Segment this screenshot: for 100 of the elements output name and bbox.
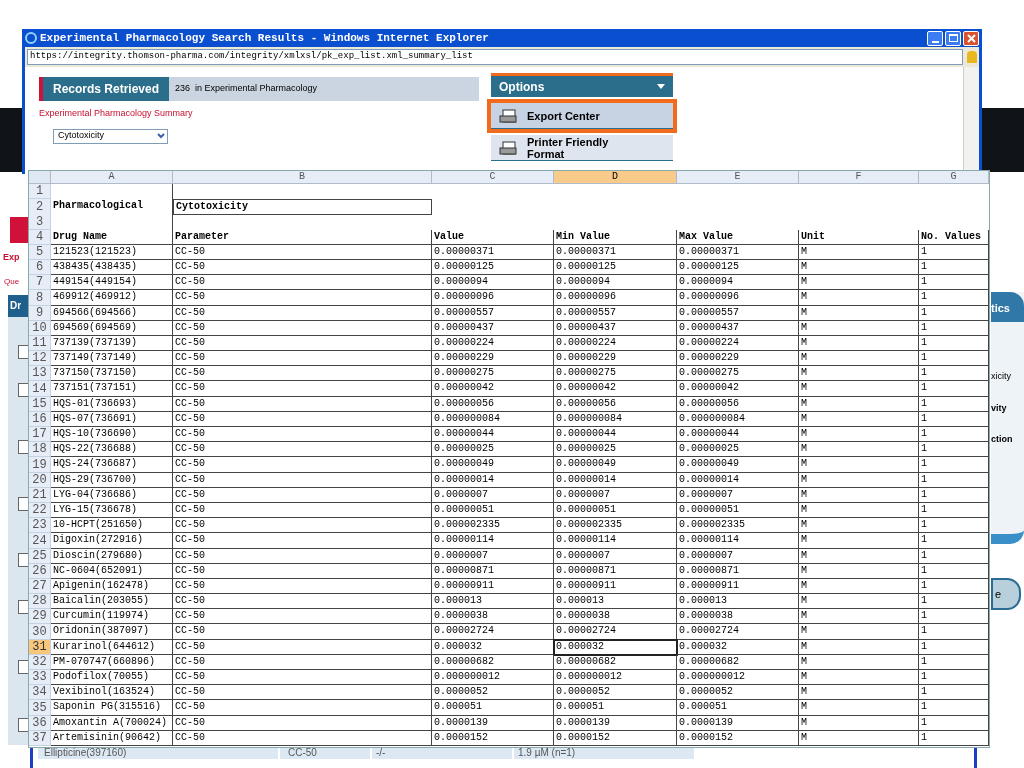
table-cell: 0.000032 — [677, 639, 799, 655]
table-cell: 694566(694566) — [51, 305, 173, 321]
table-cell: CC-50 — [173, 670, 432, 686]
row-number[interactable]: 2 — [29, 199, 51, 216]
table-cell: 0.000000084 — [432, 411, 554, 427]
table-cell: 0.00000557 — [554, 305, 677, 321]
table-cell: 0.00000682 — [554, 654, 677, 670]
row-number[interactable]: 33 — [29, 670, 51, 686]
table-cell: CC-50 — [173, 335, 432, 352]
table-cell: 737151(737151) — [51, 381, 173, 397]
column-letter[interactable]: D — [554, 171, 677, 184]
table-cell: 0.00000682 — [432, 654, 554, 670]
table-cell: 1 — [919, 290, 989, 306]
row-number[interactable]: 8 — [29, 290, 51, 306]
row-number[interactable]: 13 — [29, 366, 51, 382]
table-cell: M — [799, 639, 919, 655]
table-cell: 1 — [919, 730, 989, 746]
table-cell: HQS-07(736691) — [51, 411, 173, 427]
table-cell: M — [799, 305, 919, 321]
row-number[interactable]: 24 — [29, 533, 51, 549]
table-cell: 1 — [919, 670, 989, 686]
row-number[interactable]: 23 — [29, 518, 51, 534]
table-cell: HQS-22(736688) — [51, 442, 173, 458]
table-cell: M — [799, 487, 919, 503]
address-field[interactable]: https://integrity.thomson-pharma.com/integrity/xmlxsl/pk_exp_list.xml_summary_list — [27, 49, 963, 65]
table-cell: M — [799, 624, 919, 640]
printer-icon — [499, 139, 517, 156]
table-cell: CC-50 — [173, 457, 432, 473]
options-button[interactable]: Options — [491, 73, 673, 97]
table-cell: Curcumin(119974) — [51, 609, 173, 625]
table-cell: CC-50 — [173, 518, 432, 534]
row-number[interactable]: 1 — [29, 184, 51, 200]
panel-button[interactable]: e — [991, 578, 1021, 610]
row-number[interactable]: 35 — [29, 700, 51, 716]
table-cell: 0.00000056 — [432, 396, 554, 412]
column-header: Min Value — [554, 229, 677, 245]
accent-bar — [30, 748, 33, 768]
table-cell[interactable]: 0.000032 — [554, 639, 677, 655]
column-letter[interactable]: C — [432, 171, 554, 184]
column-letter[interactable]: F — [799, 171, 919, 184]
column-letter[interactable]: B — [173, 171, 432, 184]
column-header: Unit — [799, 229, 919, 245]
accent-bar — [974, 748, 977, 768]
close-icon[interactable] — [963, 30, 979, 46]
table-cell: NC-0604(652091) — [51, 563, 173, 579]
dropdown[interactable]: Cytotoxicity — [53, 128, 168, 144]
column-letter[interactable]: E — [677, 171, 799, 184]
minimize-icon[interactable] — [927, 30, 943, 46]
row-number[interactable]: 34 — [29, 685, 51, 701]
table-cell: 0.00000371 — [677, 244, 799, 260]
panel-item[interactable]: xicity — [991, 370, 1024, 384]
table-cell: 1 — [919, 305, 989, 321]
row-number[interactable]: 3 — [29, 214, 51, 230]
table-cell: 438435(438435) — [51, 259, 173, 276]
records-label: Records Retrieved — [39, 77, 169, 101]
table-cell: 0.00000056 — [554, 396, 677, 412]
table-cell: 0.0000152 — [432, 730, 554, 746]
table-cell: 0.00000871 — [554, 563, 677, 579]
maximize-icon[interactable] — [945, 30, 961, 46]
table-cell: HQS-24(736687) — [51, 457, 173, 473]
row-number[interactable]: 17 — [29, 427, 51, 443]
table-cell: 0.00000125 — [677, 259, 799, 276]
table-cell: 1 — [919, 594, 989, 610]
row-number[interactable]: 29 — [29, 609, 51, 625]
row-number[interactable]: 18 — [29, 442, 51, 458]
table-cell: 0.0000052 — [432, 685, 554, 701]
table-cell: CC-50 — [173, 442, 432, 458]
table-cell: Amoxantin A(700024) — [51, 715, 173, 731]
table-cell: 0.0000139 — [432, 715, 554, 731]
column-header: No. Values — [919, 229, 989, 245]
table-cell: 0.00000044 — [677, 427, 799, 443]
table-cell: 0.00000125 — [554, 259, 677, 276]
table-cell: 0.00000682 — [677, 654, 799, 670]
table-cell: M — [799, 275, 919, 291]
table-cell: 0.00000014 — [554, 472, 677, 488]
row-number[interactable]: 28 — [29, 594, 51, 610]
table-cell: 0.00000042 — [677, 381, 799, 397]
column-letter[interactable]: G — [919, 171, 989, 184]
panel-item[interactable]: ction — [991, 433, 1024, 447]
table-cell: HQS-10(736690) — [51, 427, 173, 443]
panel-item[interactable]: vity — [991, 401, 1024, 415]
menu-item[interactable]: Printer Friendly Format — [491, 135, 673, 161]
column-letter[interactable]: A — [51, 171, 173, 184]
table-cell: CC-50 — [173, 351, 432, 367]
table-cell: 0.0000038 — [677, 609, 799, 625]
table-cell: HQS-01(736693) — [51, 396, 173, 412]
table-cell: CC-50 — [173, 366, 432, 382]
table-cell: 1 — [919, 366, 989, 382]
row-number[interactable]: 30 — [29, 624, 51, 640]
row-number[interactable]: 7 — [29, 275, 51, 291]
row-number[interactable]: 12 — [29, 351, 51, 367]
table-cell: 0.0000052 — [677, 685, 799, 701]
table-cell: M — [799, 700, 919, 716]
table-cell: 0.000000012 — [677, 670, 799, 686]
row-number[interactable]: 14 — [29, 381, 51, 397]
table-cell: CC-50 — [173, 427, 432, 443]
table-cell: 1 — [919, 639, 989, 655]
table-cell: 0.0000094 — [677, 275, 799, 291]
row-number[interactable]: 19 — [29, 457, 51, 473]
browser-logo-icon — [25, 32, 37, 44]
